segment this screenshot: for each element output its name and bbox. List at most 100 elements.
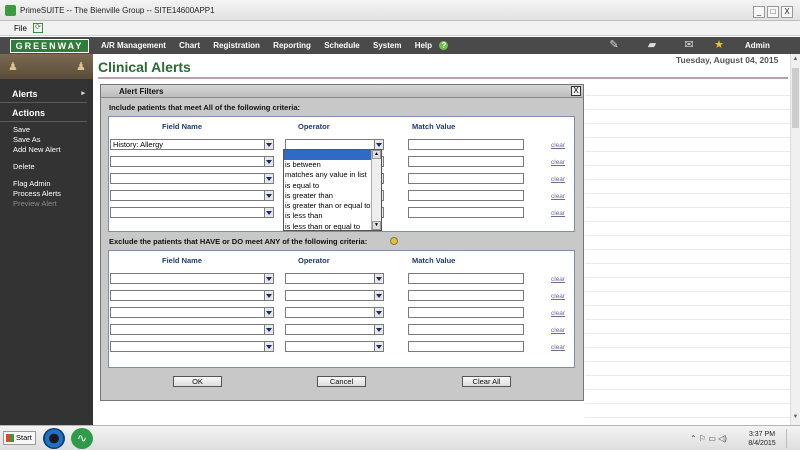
sidebar-item-delete[interactable]: Delete (0, 162, 93, 172)
close-window-button[interactable]: X (781, 6, 793, 18)
chevron-down-icon[interactable] (264, 191, 273, 200)
include-field-select[interactable] (110, 156, 274, 167)
include-clear-link[interactable]: clear (551, 210, 565, 217)
scroll-up-icon[interactable]: ▲ (791, 56, 800, 62)
nav-ar-management[interactable]: A/R Management (101, 41, 166, 50)
menu-file[interactable]: File (14, 24, 27, 33)
exclude-operator-select[interactable] (285, 273, 384, 284)
exclude-clear-link[interactable]: clear (551, 310, 565, 317)
scroll-down-icon[interactable]: ▼ (372, 221, 381, 230)
dropdown-selected-option[interactable] (284, 150, 381, 160)
start-button[interactable]: Start (3, 431, 36, 445)
include-field-select[interactable] (110, 190, 274, 201)
chevron-down-icon[interactable] (264, 208, 273, 217)
mail-icon[interactable]: ✉ (682, 38, 696, 52)
exclude-field-select[interactable] (110, 290, 274, 301)
taskbar-clock[interactable]: 3:37 PM 8/4/2015 (748, 430, 776, 448)
scroll-up-icon[interactable]: ▲ (372, 150, 381, 159)
sidebar-item-add-new-alert[interactable]: Add New Alert (0, 145, 93, 155)
exclude-field-select[interactable] (110, 324, 274, 335)
maximize-button[interactable]: □ (767, 6, 779, 18)
chevron-down-icon[interactable] (264, 325, 273, 334)
dropdown-option[interactable]: is greater than (284, 191, 381, 201)
exclude-field-select[interactable] (110, 273, 274, 284)
include-match-input[interactable] (408, 207, 524, 218)
exclude-operator-select[interactable] (285, 324, 384, 335)
include-match-input[interactable] (408, 173, 524, 184)
exclude-clear-link[interactable]: clear (551, 327, 565, 334)
chevron-down-icon[interactable] (264, 157, 273, 166)
exclude-clear-link[interactable]: clear (551, 276, 565, 283)
dropdown-option[interactable]: is less than or equal to (284, 222, 381, 230)
include-match-input[interactable] (408, 156, 524, 167)
nav-reporting[interactable]: Reporting (273, 41, 311, 50)
dropdown-scrollbar[interactable]: ▲ ▼ (371, 150, 381, 230)
info-icon[interactable] (390, 237, 398, 245)
exclude-operator-select[interactable] (285, 341, 384, 352)
scroll-down-icon[interactable]: ▼ (791, 414, 800, 420)
help-icon[interactable]: ? (439, 41, 449, 51)
nav-system[interactable]: System (373, 41, 401, 50)
dropdown-option[interactable]: is equal to (284, 181, 381, 191)
chevron-down-icon[interactable] (374, 342, 383, 351)
user-name[interactable]: Admin (745, 41, 770, 50)
dropdown-option[interactable]: is less than (284, 211, 381, 221)
include-clear-link[interactable]: clear (551, 159, 565, 166)
nav-registration[interactable]: Registration (213, 41, 260, 50)
include-match-input[interactable] (408, 190, 524, 201)
exclude-match-input[interactable] (408, 290, 524, 301)
show-desktop-button[interactable] (786, 429, 796, 448)
dropdown-option[interactable]: is greater than or equal to (284, 201, 381, 211)
include-field-select[interactable] (110, 173, 274, 184)
sidebar-item-flag-admin[interactable]: Flag Admin (0, 179, 93, 189)
include-field-select[interactable]: History: Allergy (110, 139, 274, 150)
chevron-down-icon[interactable] (374, 140, 383, 149)
page-scrollbar[interactable]: ▲ ▼ (790, 54, 800, 425)
sidebar-item-save[interactable]: Save (0, 125, 93, 135)
scroll-thumb[interactable] (792, 68, 799, 128)
refresh-icon[interactable]: ⟳ (33, 23, 43, 33)
primesuite-taskbar-icon[interactable]: ∿ (71, 428, 93, 449)
chevron-down-icon[interactable] (264, 274, 273, 283)
taskbar-app-icon[interactable] (43, 428, 65, 449)
include-field-select[interactable] (110, 207, 274, 218)
exclude-operator-select[interactable] (285, 290, 384, 301)
chevron-down-icon[interactable] (264, 291, 273, 300)
chevron-down-icon[interactable] (264, 342, 273, 351)
dialog-close-icon[interactable]: X (571, 86, 581, 96)
sidebar-section-alerts[interactable]: Alerts ▸ (0, 84, 87, 103)
sidebar-item-process-alerts[interactable]: Process Alerts (0, 189, 93, 199)
dropdown-option[interactable]: is between (284, 160, 381, 170)
exclude-match-input[interactable] (408, 341, 524, 352)
clear-all-button[interactable]: Clear All (462, 376, 511, 387)
chevron-down-icon[interactable] (374, 325, 383, 334)
chevron-down-icon[interactable] (374, 291, 383, 300)
include-match-input[interactable] (408, 139, 524, 150)
nav-help[interactable]: Help (415, 41, 432, 50)
include-clear-link[interactable]: clear (551, 193, 565, 200)
exclude-field-select[interactable] (110, 341, 274, 352)
exclude-operator-select[interactable] (285, 307, 384, 318)
chevron-down-icon[interactable] (264, 174, 273, 183)
chevron-down-icon[interactable] (374, 274, 383, 283)
ok-button[interactable]: OK (173, 376, 222, 387)
notes-icon[interactable]: ✎ (607, 38, 621, 52)
chevron-down-icon[interactable] (264, 140, 273, 149)
operator-dropdown-list[interactable]: is between matches any value in list is … (283, 149, 382, 231)
system-tray-icons[interactable]: ⌃ ⚐ ▭ ◁) (690, 434, 727, 443)
cancel-button[interactable]: Cancel (317, 376, 366, 387)
star-icon[interactable]: ★ (712, 38, 726, 52)
chevron-down-icon[interactable] (374, 308, 383, 317)
exclude-match-input[interactable] (408, 273, 524, 284)
exclude-match-input[interactable] (408, 324, 524, 335)
dropdown-option[interactable]: matches any value in list (284, 170, 381, 180)
nav-chart[interactable]: Chart (179, 41, 200, 50)
include-clear-link[interactable]: clear (551, 176, 565, 183)
minimize-button[interactable]: _ (753, 6, 765, 18)
exclude-match-input[interactable] (408, 307, 524, 318)
exclude-field-select[interactable] (110, 307, 274, 318)
folder-icon[interactable]: ▰ (645, 38, 659, 52)
sidebar-item-save-as[interactable]: Save As (0, 135, 93, 145)
exclude-clear-link[interactable]: clear (551, 344, 565, 351)
exclude-clear-link[interactable]: clear (551, 293, 565, 300)
